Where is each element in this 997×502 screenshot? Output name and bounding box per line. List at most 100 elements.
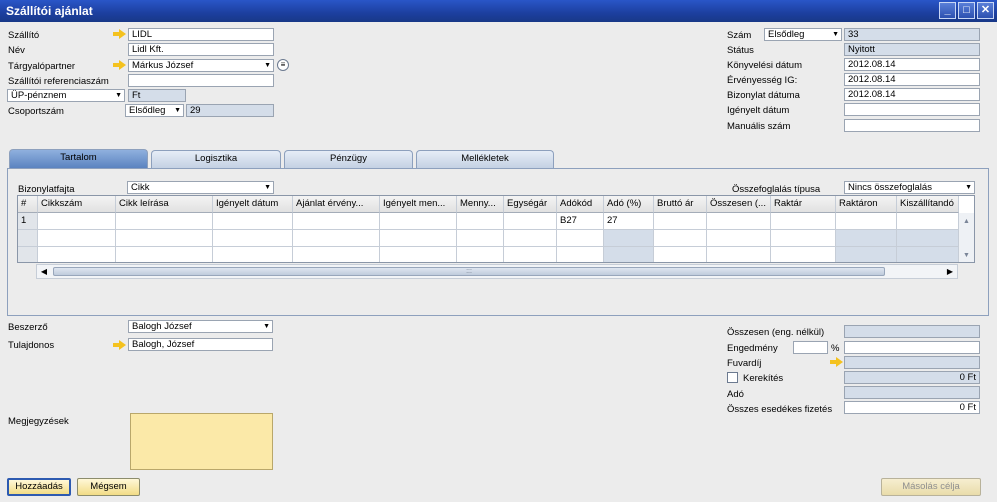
table-cell[interactable] [557, 247, 604, 262]
column-header[interactable]: Menny... [457, 196, 504, 213]
table-cell[interactable] [293, 230, 380, 247]
table-cell[interactable] [654, 247, 707, 262]
table-cell[interactable] [504, 247, 557, 262]
column-header[interactable]: Cikkszám [38, 196, 116, 213]
column-header[interactable]: Cikk leírása [116, 196, 213, 213]
column-header[interactable]: Kiszállítandó [897, 196, 959, 213]
contact-details-icon[interactable]: ≡ [277, 59, 289, 71]
tab-logistics[interactable]: Logisztika [151, 150, 281, 168]
required-date-field[interactable] [844, 103, 980, 116]
table-cell[interactable] [504, 230, 557, 247]
column-header[interactable]: Bruttó ár [654, 196, 707, 213]
table-cell[interactable] [116, 230, 213, 247]
freight-link-arrow-icon[interactable] [830, 357, 843, 367]
owner-link-arrow-icon[interactable] [113, 340, 126, 350]
add-button[interactable]: Hozzáadás [7, 478, 71, 496]
contact-select[interactable]: Márkus József [128, 59, 274, 72]
discount-label: Engedmény [727, 343, 778, 354]
horizontal-scrollbar[interactable]: ◀ ::: ▶ [36, 264, 958, 279]
table-cell[interactable] [504, 213, 557, 230]
table-cell[interactable] [293, 213, 380, 230]
table-cell[interactable] [38, 230, 116, 247]
table-cell[interactable] [457, 230, 504, 247]
table-cell[interactable] [380, 230, 457, 247]
remarks-textarea[interactable] [130, 413, 273, 470]
table-cell[interactable] [557, 230, 604, 247]
table-cell[interactable] [116, 213, 213, 230]
posting-date-field[interactable]: 2012.08.14 [844, 58, 980, 71]
column-header[interactable]: Igényelt men... [380, 196, 457, 213]
vendor-link-arrow-icon[interactable] [113, 29, 126, 39]
table-cell[interactable] [293, 247, 380, 262]
copy-to-button[interactable]: Másolás célja [881, 478, 981, 496]
discount-percent-field[interactable] [793, 341, 828, 354]
group-number-field[interactable]: 29 [186, 104, 274, 117]
owner-field[interactable]: Balogh, József [128, 338, 273, 351]
table-cell[interactable] [707, 247, 771, 262]
currency-select[interactable]: ÜP-pénznem [7, 89, 125, 102]
column-header[interactable]: # [18, 196, 38, 213]
column-header[interactable]: Raktár [771, 196, 836, 213]
buyer-label: Beszerző [8, 322, 48, 333]
column-header[interactable]: Adókód [557, 196, 604, 213]
buyer-select[interactable]: Balogh József [128, 320, 273, 333]
cancel-button[interactable]: Mégsem [77, 478, 140, 496]
table-cell[interactable] [897, 213, 959, 230]
table-cell[interactable] [771, 247, 836, 262]
column-header[interactable]: Adó (%) [604, 196, 654, 213]
discount-amount-field[interactable] [844, 341, 980, 354]
table-cell[interactable]: 27 [604, 213, 654, 230]
tab-content[interactable]: Tartalom [9, 149, 148, 168]
column-header[interactable]: Összesen (... [707, 196, 771, 213]
table-cell[interactable] [707, 230, 771, 247]
column-header[interactable]: Raktáron [836, 196, 897, 213]
table-cell[interactable] [213, 213, 293, 230]
table-cell[interactable] [457, 213, 504, 230]
number-series-select[interactable]: Elsődleg [764, 28, 842, 41]
row-number: 1 [18, 213, 38, 230]
table-cell[interactable] [213, 230, 293, 247]
table-cell[interactable] [771, 213, 836, 230]
rounding-checkbox[interactable] [727, 372, 738, 383]
table-cell[interactable] [116, 247, 213, 262]
contact-link-arrow-icon[interactable] [113, 60, 126, 70]
vertical-scrollbar[interactable]: ▲ ▼ [958, 213, 974, 262]
table-cell[interactable] [213, 247, 293, 262]
maximize-icon[interactable]: □ [958, 2, 975, 19]
table-row[interactable] [18, 247, 959, 262]
scroll-up-icon[interactable]: ▲ [959, 213, 974, 230]
valid-until-field[interactable]: 2012.08.14 [844, 73, 980, 86]
table-cell[interactable] [707, 213, 771, 230]
group-series-select[interactable]: Elsődleg [125, 104, 184, 117]
manual-number-field[interactable] [844, 119, 980, 132]
document-date-field[interactable]: 2012.08.14 [844, 88, 980, 101]
scroll-right-icon[interactable]: ▶ [943, 265, 957, 278]
minimize-icon[interactable]: _ [939, 2, 956, 19]
table-cell[interactable] [38, 247, 116, 262]
tab-finance[interactable]: Pénzügy [284, 150, 413, 168]
tab-attachments[interactable]: Mellékletek [416, 150, 554, 168]
name-field[interactable]: Lidl Kft. [128, 43, 274, 56]
doctype-select[interactable]: Cikk [127, 181, 274, 194]
table-cell[interactable] [457, 247, 504, 262]
table-row[interactable]: 1 B27 27 [18, 213, 959, 230]
table-cell[interactable] [380, 247, 457, 262]
table-cell[interactable] [380, 213, 457, 230]
column-header[interactable]: Igényelt dátum [213, 196, 293, 213]
table-cell[interactable] [654, 213, 707, 230]
table-row[interactable] [18, 230, 959, 247]
close-icon[interactable]: ✕ [977, 2, 994, 19]
scroll-left-icon[interactable]: ◀ [37, 265, 51, 278]
table-cell[interactable] [38, 213, 116, 230]
table-cell[interactable] [771, 230, 836, 247]
summary-type-select[interactable]: Nincs összefoglalás [844, 181, 975, 194]
vendor-ref-field[interactable] [128, 74, 274, 87]
table-cell[interactable]: B27 [557, 213, 604, 230]
table-cell[interactable] [836, 213, 897, 230]
column-header[interactable]: Egységár [504, 196, 557, 213]
scrollbar-thumb[interactable]: ::: [53, 267, 885, 276]
table-cell[interactable] [654, 230, 707, 247]
scroll-down-icon[interactable]: ▼ [959, 247, 974, 262]
vendor-field[interactable]: LIDL [128, 28, 274, 41]
column-header[interactable]: Ajánlat érvény... [293, 196, 380, 213]
